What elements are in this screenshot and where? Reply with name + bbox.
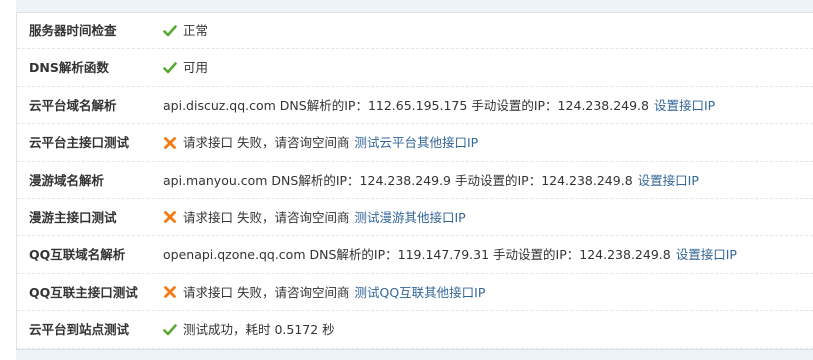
test-manyou-other-ip-link[interactable]: 测试漫游其他接口IP (354, 199, 465, 236)
diagnostic-panel: 服务器时间检查 正常 DNS解析函数 可用 云平台域名解析 api.discuz… (0, 0, 813, 360)
row-label: 云平台到站点测试 (29, 322, 130, 338)
row-value-text: api.manyou.com DNS解析的IP：124.238.249.9 手动… (163, 172, 633, 188)
row-label: 漫游域名解析 (29, 172, 105, 188)
table-row: 云平台主接口测试 请求接口 失败，请咨询空间商 测试云平台其他接口IP (17, 124, 813, 162)
check-icon (163, 323, 177, 337)
row-value-text: openapi.qzone.qq.com DNS解析的IP：119.147.79… (163, 247, 671, 263)
table-row: 服务器时间检查 正常 (17, 12, 813, 50)
row-value: 测试成功，耗时 0.5172 秒 (163, 311, 335, 348)
row-value: 请求接口 失败，请咨询空间商 测试漫游其他接口IP (163, 199, 466, 236)
test-cloud-other-ip-link[interactable]: 测试云平台其他接口IP (354, 124, 478, 161)
row-value: 请求接口 失败，请咨询空间商 测试QQ互联其他接口IP (163, 274, 485, 311)
cross-icon (163, 210, 177, 224)
row-value-text: 请求接口 失败，请咨询空间商 (183, 209, 350, 225)
row-value-text: 正常 (183, 23, 209, 38)
diagnostic-table: 服务器时间检查 正常 DNS解析函数 可用 云平台域名解析 api.discuz… (17, 12, 813, 349)
test-qq-connect-other-ip-link[interactable]: 测试QQ互联其他接口IP (354, 274, 485, 311)
cross-icon (163, 136, 177, 150)
row-label: 云平台主接口测试 (29, 135, 130, 151)
row-label: 漫游主接口测试 (29, 209, 117, 225)
row-value-text: 请求接口 失败，请咨询空间商 (183, 135, 350, 151)
table-row: QQ互联主接口测试 请求接口 失败，请咨询空间商 测试QQ互联其他接口IP (17, 274, 813, 312)
row-value: openapi.qzone.qq.com DNS解析的IP：119.147.79… (163, 236, 737, 273)
table-row: 云平台到站点测试 测试成功，耗时 0.5172 秒 (17, 311, 813, 349)
row-value: api.manyou.com DNS解析的IP：124.238.249.9 手动… (163, 162, 699, 199)
row-label: QQ互联主接口测试 (29, 284, 138, 300)
table-row: QQ互联域名解析 openapi.qzone.qq.com DNS解析的IP：1… (17, 236, 813, 274)
row-label: QQ互联域名解析 (29, 247, 126, 263)
row-value-text: 可用 (183, 60, 209, 76)
cross-icon (163, 285, 177, 299)
row-label: DNS解析函数 (29, 60, 109, 76)
row-label: 服务器时间检查 (29, 23, 117, 38)
row-label: 云平台域名解析 (29, 97, 117, 113)
check-icon (163, 61, 177, 75)
row-value-text: 请求接口 失败，请咨询空间商 (183, 284, 350, 300)
row-value: api.discuz.qq.com DNS解析的IP：112.65.195.17… (163, 87, 715, 124)
table-footer-band (16, 349, 813, 360)
row-value-text: api.discuz.qq.com DNS解析的IP：112.65.195.17… (163, 97, 649, 113)
table-row: 漫游域名解析 api.manyou.com DNS解析的IP：124.238.2… (17, 162, 813, 199)
set-interface-ip-link[interactable]: 设置接口IP (654, 87, 715, 124)
check-icon (163, 24, 177, 38)
row-value: 请求接口 失败，请咨询空间商 测试云平台其他接口IP (163, 124, 478, 161)
table-row: DNS解析函数 可用 (17, 49, 813, 87)
row-value-text: 测试成功，耗时 0.5172 秒 (183, 322, 335, 338)
table-row: 云平台域名解析 api.discuz.qq.com DNS解析的IP：112.6… (17, 87, 813, 125)
table-row: 漫游主接口测试 请求接口 失败，请咨询空间商 测试漫游其他接口IP (17, 199, 813, 237)
set-interface-ip-link[interactable]: 设置接口IP (676, 236, 737, 273)
row-value: 可用 (163, 49, 208, 86)
set-interface-ip-link[interactable]: 设置接口IP (638, 162, 699, 199)
row-value: 正常 (163, 12, 208, 49)
